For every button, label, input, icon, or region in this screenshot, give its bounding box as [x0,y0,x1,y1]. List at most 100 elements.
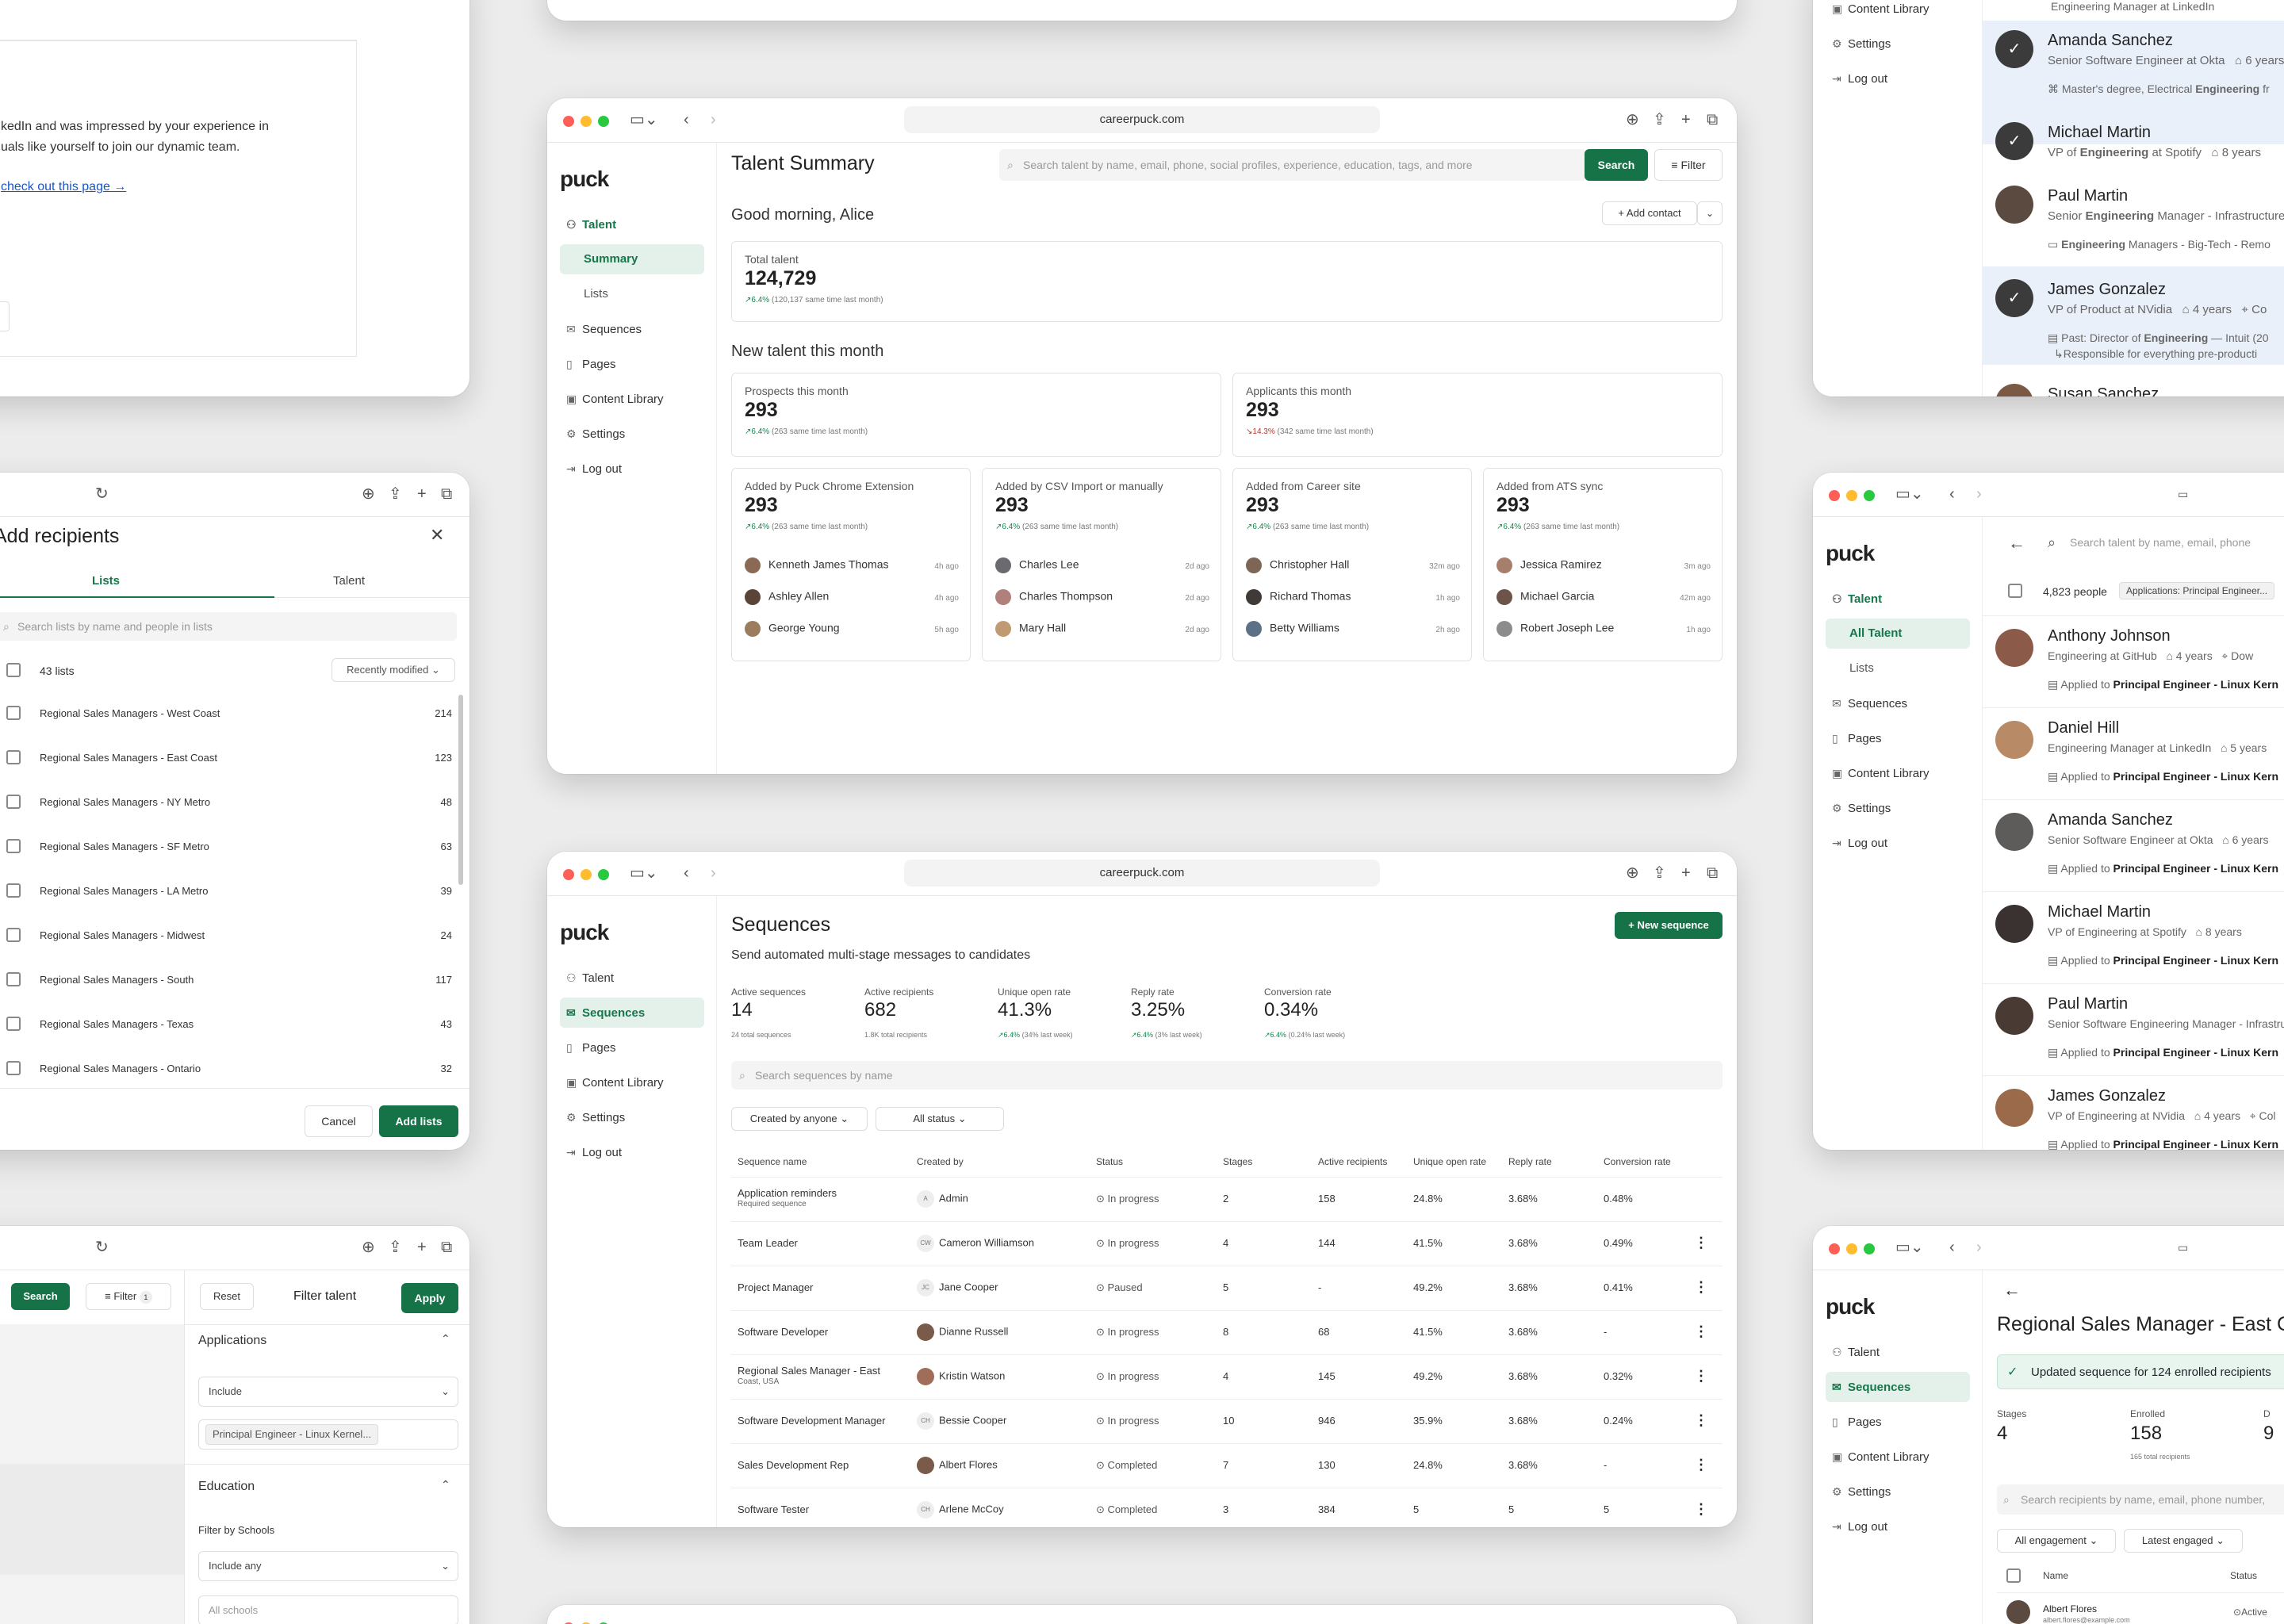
sidebar-subitem-all-talent[interactable]: All Talent [1849,619,1902,649]
select-all-checkbox[interactable] [2008,584,2022,598]
sidebar-item-settings[interactable]: ⚙ Settings [566,419,625,449]
column-header[interactable]: Stages [1223,1156,1252,1167]
close-window-button[interactable] [563,116,574,127]
select-all-checkbox[interactable] [2006,1568,2021,1583]
zoom-window-button[interactable] [1864,1243,1875,1254]
job-filter-chip[interactable]: Principal Engineer - Linux Kernel... [198,1419,458,1450]
selected-check-icon[interactable]: ✓ [1995,30,2033,68]
sidebar-item-talent[interactable]: ⚇ Talent [1832,584,1882,614]
list-checkbox[interactable] [6,928,21,942]
more-options-icon[interactable]: ⋮ [1694,1235,1708,1251]
zoom-window-button[interactable] [1864,490,1875,501]
reset-button[interactable]: Reset [200,1283,254,1310]
reload-icon[interactable]: ↻ [95,1239,109,1256]
table-row[interactable]: Sales Development Rep Albert Flores ⊙ Comp… [731,1443,1723,1488]
sidebar-item-content-library[interactable]: ▣ Content Library [566,1067,664,1097]
sidebar-item-settings[interactable]: ⚙ Settings [1832,29,1891,59]
back-arrow-icon[interactable]: ← [2008,533,2025,553]
list-item[interactable]: Regional Sales Managers - Ontario 32 [0,1047,457,1091]
list-item[interactable]: Regional Sales Managers - SF Metro 63 [0,825,457,869]
person-name[interactable]: Amanda Sanchez [2048,32,2173,50]
sidebar-item-content-library[interactable]: ▣ Content Library [1832,758,1930,788]
back-arrow-icon[interactable]: ‹ [1949,1239,1955,1256]
column-header[interactable]: Created by [917,1156,964,1167]
section-education[interactable]: Education [198,1480,255,1494]
schools-input[interactable]: All schools [198,1595,458,1624]
more-options-icon[interactable]: ⋮ [1694,1323,1708,1340]
sidebar-subitem-lists[interactable]: Lists [1849,653,1874,684]
list-item[interactable]: Charles Thompson [995,589,1113,605]
list-item[interactable]: George Young [745,621,840,637]
tabs-overview-icon[interactable]: ⧉ [1707,864,1718,882]
tab-lists[interactable]: Lists [92,574,120,588]
person-name[interactable]: Susan Sanchez [2048,385,2159,396]
sidebar-subitem-lists[interactable]: Lists [584,279,608,309]
sequence-name[interactable]: Regional Sales Manager - East [738,1365,880,1377]
list-item[interactable]: Kenneth James Thomas [745,557,889,573]
sidebar-item-logout[interactable]: ⇥ Log out [1832,828,1887,858]
new-tab-icon[interactable]: + [417,1239,427,1256]
column-header[interactable]: Active recipients [1318,1156,1387,1167]
list-item[interactable]: Paul Martin Senior Software Engineering M… [1983,983,2284,1075]
sidebar-toggle-icon[interactable]: ▭⌄ [1895,485,1924,503]
engagement-select[interactable]: All engagement ⌄ [1997,1529,2116,1553]
address-bar[interactable]: careerpuck.com [904,106,1380,133]
person-name[interactable]: Paul Martin [2048,995,2128,1013]
list-checkbox[interactable] [6,1061,21,1075]
new-tab-icon[interactable]: + [1681,864,1691,882]
column-header[interactable]: Name [2043,1570,2068,1581]
sidebar-item-sequences[interactable]: ✉ Sequences [566,998,645,1028]
list-item[interactable]: James Gonzalez VP of Engineering at NVidi… [1983,1075,2284,1150]
list-checkbox[interactable] [6,750,21,764]
section-applications[interactable]: Applications [198,1334,266,1348]
close-window-button[interactable] [1829,490,1840,501]
add-contact-button[interactable]: + Add contact [1602,201,1697,225]
column-header[interactable]: Reply rate [1508,1156,1552,1167]
back-arrow-icon[interactable]: ← [2003,1280,2021,1300]
sidebar-item-content-library[interactable]: ▣ Content Library [1832,1442,1930,1472]
column-header[interactable]: Status [2230,1570,2257,1581]
list-item[interactable]: Regional Sales Managers - Texas 43 [0,1002,457,1047]
minimize-window-button[interactable] [581,116,592,127]
include-select[interactable]: Include ⌄ [198,1377,458,1407]
sidebar-item-sequences[interactable]: ✉ Sequences [1832,1372,1910,1402]
sidebar-item-pages[interactable]: ▯ Pages [566,349,616,379]
list-item[interactable]: Richard Thomas [1246,589,1351,605]
sequence-name[interactable]: Project Manager [738,1281,813,1293]
filter-button[interactable]: ≡ Filter 1 [86,1283,171,1310]
list-item[interactable]: Betty Williams [1246,621,1339,637]
list-search-input[interactable]: ⌕ Search lists by name and people in list… [0,612,457,641]
share-icon[interactable]: ⇪ [1653,864,1666,882]
list-item[interactable]: Regional Sales Managers - Midwest 24 [0,914,457,958]
share-icon[interactable]: ⇪ [389,485,402,503]
sidebar-item-settings[interactable]: ⚙ Settings [1832,793,1891,823]
minimize-window-button[interactable] [1846,490,1857,501]
zoom-window-button[interactable] [598,869,609,880]
scrollbar[interactable] [458,695,463,885]
recipient-name[interactable]: Albert Flores [2043,1603,2097,1614]
list-item[interactable]: Anthony Johnson Engineering at GitHub ⌂ 4… [1983,615,2284,707]
person-name[interactable]: Daniel Hill [2048,719,2119,737]
download-icon[interactable]: ⊕ [1626,111,1639,128]
more-options-icon[interactable]: ⋮ [1694,1457,1708,1473]
forward-arrow-icon[interactable]: › [1976,1239,1982,1256]
download-icon[interactable]: ⊕ [362,485,375,503]
selected-check-icon[interactable]: ✓ [1995,122,2033,160]
forward-arrow-icon[interactable]: › [711,111,716,128]
talent-search-input[interactable]: ⌕ Search talent by name, email, phone [2041,527,2284,558]
sidebar-item-logout[interactable]: ⇥ Log out [1832,1511,1887,1542]
share-icon[interactable]: ⇪ [389,1239,402,1256]
sidebar-item-talent[interactable]: ⚇ Talent [566,963,614,993]
chevron-up-icon[interactable]: ⌃ [441,1332,450,1346]
person-name[interactable]: James Gonzalez [2048,1087,2166,1105]
filter-chip[interactable]: Applications: Principal Engineer... [2119,582,2275,599]
more-options-icon[interactable]: ⋮ [1694,1412,1708,1429]
sidebar-item-logout[interactable]: ⇥ Log out [566,454,622,484]
list-item[interactable]: Robert Joseph Lee [1496,621,1614,637]
list-item[interactable]: Regional Sales Managers - NY Metro 48 [0,780,457,825]
close-window-button[interactable] [563,869,574,880]
forward-arrow-icon[interactable]: › [1976,485,1982,503]
sidebar-item-content-library[interactable]: ▣ Content Library [566,384,664,414]
apply-button[interactable]: Apply [401,1283,458,1313]
talent-search-input[interactable]: ⌕ Search talent by name, email, phone, so… [999,149,1586,181]
